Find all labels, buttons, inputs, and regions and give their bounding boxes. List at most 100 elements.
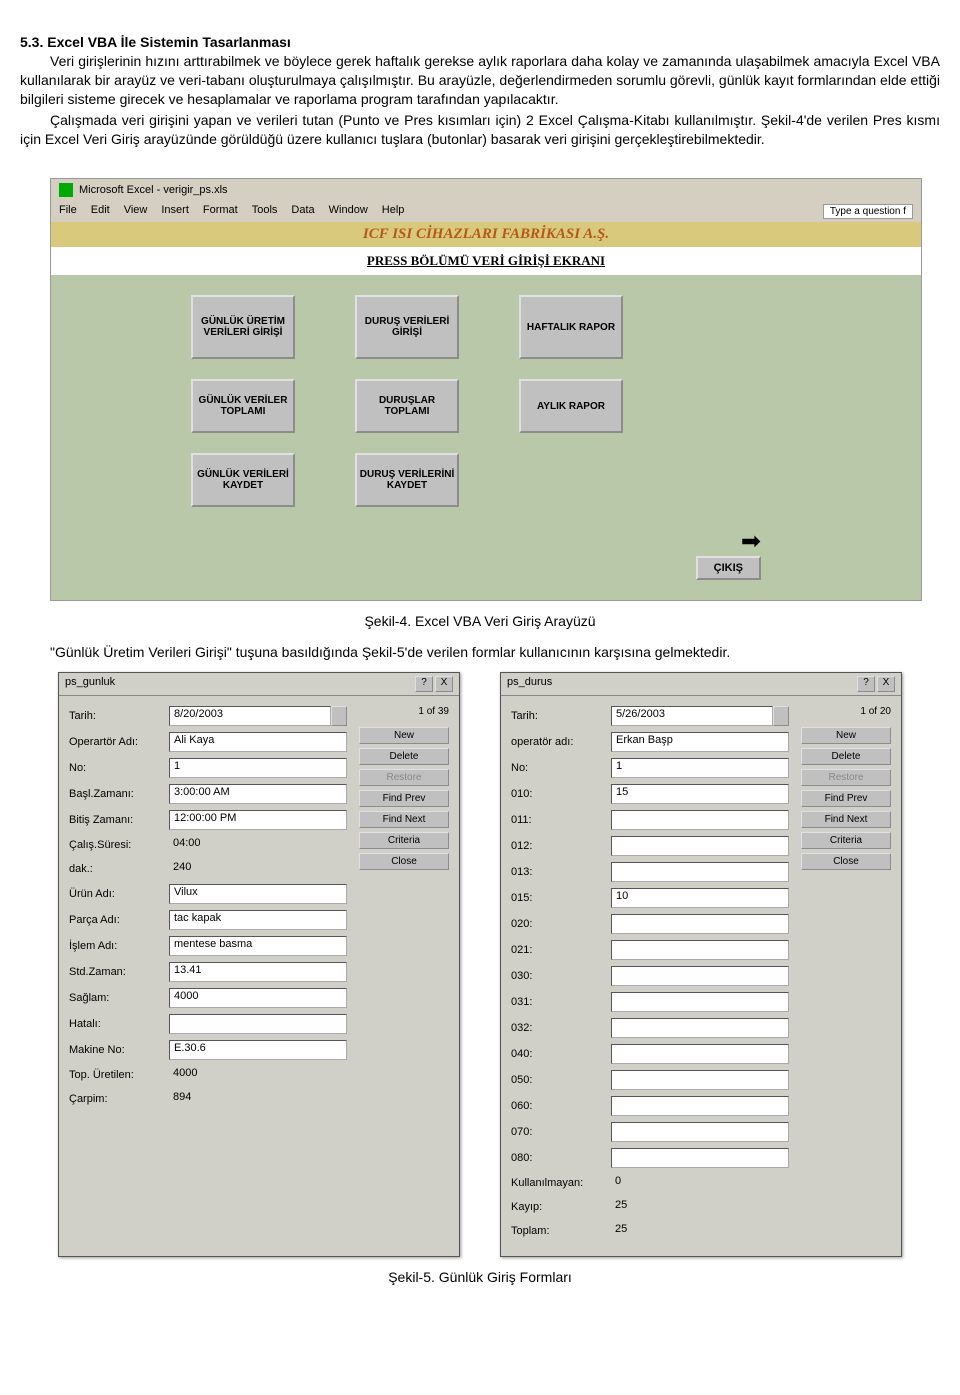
form-input[interactable] (611, 862, 789, 882)
btn-criteria[interactable]: Criteria (359, 832, 449, 849)
form-input[interactable] (169, 1014, 347, 1034)
btn-new[interactable]: New (359, 727, 449, 744)
form-row: Sağlam:4000 (69, 988, 347, 1008)
form-input: 0 (611, 1174, 789, 1192)
form-row: 031: (511, 992, 789, 1012)
form-input[interactable]: Erkan Başp (611, 732, 789, 752)
form-label: Başl.Zamanı: (69, 788, 169, 800)
form-input[interactable]: 4000 (169, 988, 347, 1008)
btn-restore: Restore (359, 769, 449, 786)
btn-gunluk-toplam[interactable]: GÜNLÜK VERİLER TOPLAMI (191, 379, 295, 433)
help-icon[interactable]: ? (857, 676, 875, 692)
form-input[interactable] (611, 966, 789, 986)
form-label: operatör adı: (511, 736, 611, 748)
btn-new[interactable]: New (801, 727, 891, 744)
btn-criteria[interactable]: Criteria (801, 832, 891, 849)
form-label: 040: (511, 1048, 611, 1060)
button-panel: GÜNLÜK ÜRETİM VERİLERİ GİRİŞİ DURUŞ VERİ… (51, 275, 921, 600)
form-label: 015: (511, 892, 611, 904)
company-band: ICF ISI CİHAZLARI FABRİKASI A.Ş. (51, 222, 921, 247)
btn-find-next[interactable]: Find Next (801, 811, 891, 828)
form-row: Operartör Adı:Ali Kaya (69, 732, 347, 752)
btn-restore: Restore (801, 769, 891, 786)
form-input[interactable] (611, 1148, 789, 1168)
form-input[interactable] (611, 940, 789, 960)
form-input[interactable] (611, 914, 789, 934)
form-input[interactable]: mentese basma (169, 936, 347, 956)
btn-close[interactable]: Close (359, 853, 449, 870)
form-input[interactable]: 3:00:00 AM (169, 784, 347, 804)
form-label: Ürün Adı: (69, 888, 169, 900)
btn-aylik-rapor[interactable]: AYLIK RAPOR (519, 379, 623, 433)
form-input[interactable]: 12:00:00 PM (169, 810, 347, 830)
btn-haftalik-rapor[interactable]: HAFTALIK RAPOR (519, 295, 623, 359)
btn-find-prev[interactable]: Find Prev (801, 790, 891, 807)
form-input[interactable] (611, 1018, 789, 1038)
form-row: Hatalı: (69, 1014, 347, 1034)
btn-gunluk-uretim-giris[interactable]: GÜNLÜK ÜRETİM VERİLERİ GİRİŞİ (191, 295, 295, 359)
paragraph-1: Veri girişlerinin hızını arttırabilmek v… (20, 52, 940, 109)
form-input[interactable]: 10 (611, 888, 789, 908)
form-input[interactable]: 5/26/2003 (611, 706, 773, 726)
form-label: Makine No: (69, 1044, 169, 1056)
form-row: Kullanılmayan:0 (511, 1174, 789, 1192)
menu-edit[interactable]: Edit (91, 204, 110, 219)
form-label: 020: (511, 918, 611, 930)
menu-view[interactable]: View (124, 204, 148, 219)
help-icon[interactable]: ? (415, 676, 433, 692)
form-input: 25 (611, 1222, 789, 1240)
form-label: No: (511, 762, 611, 774)
spinner-icon[interactable] (773, 706, 789, 726)
menu-help[interactable]: Help (382, 204, 405, 219)
btn-gunluk-kaydet[interactable]: GÜNLÜK VERİLERİ KAYDET (191, 453, 295, 507)
form-input[interactable] (611, 1096, 789, 1116)
form-input[interactable]: 13.41 (169, 962, 347, 982)
form-row: Tarih:8/20/2003 (69, 706, 347, 726)
menu-insert[interactable]: Insert (161, 204, 189, 219)
help-search-box[interactable]: Type a question f (823, 204, 913, 219)
menu-tools[interactable]: Tools (252, 204, 278, 219)
form-label: 032: (511, 1022, 611, 1034)
spinner-icon[interactable] (331, 706, 347, 726)
form-input[interactable] (611, 1122, 789, 1142)
form-input[interactable]: 15 (611, 784, 789, 804)
btn-durus-kaydet[interactable]: DURUŞ VERİLERİNİ KAYDET (355, 453, 459, 507)
form-row: 080: (511, 1148, 789, 1168)
form-row: Çarpim:894 (69, 1090, 347, 1108)
form-row: Toplam:25 (511, 1222, 789, 1240)
form-row: Makine No:E.30.6 (69, 1040, 347, 1060)
form-input[interactable]: tac kapak (169, 910, 347, 930)
form-input[interactable]: E.30.6 (169, 1040, 347, 1060)
form-input[interactable]: 1 (611, 758, 789, 778)
form-input: 4000 (169, 1066, 347, 1084)
menu-file[interactable]: File (59, 204, 77, 219)
btn-delete[interactable]: Delete (801, 748, 891, 765)
form-input[interactable] (611, 1044, 789, 1064)
menu-data[interactable]: Data (291, 204, 314, 219)
dialog-ps-durus: ps_durus ? X Tarih:5/26/2003operatör adı… (500, 672, 902, 1257)
close-icon[interactable]: X (877, 676, 895, 692)
btn-close[interactable]: Close (801, 853, 891, 870)
close-icon[interactable]: X (435, 676, 453, 692)
form-input[interactable]: Ali Kaya (169, 732, 347, 752)
form-label: 012: (511, 840, 611, 852)
menu-format[interactable]: Format (203, 204, 238, 219)
form-label: Top. Üretilen: (69, 1069, 169, 1081)
form-input[interactable]: 8/20/2003 (169, 706, 331, 726)
btn-durus-giris[interactable]: DURUŞ VERİLERİ GİRİŞİ (355, 295, 459, 359)
form-input[interactable] (611, 836, 789, 856)
menu-window[interactable]: Window (329, 204, 368, 219)
btn-duruslar-toplam[interactable]: DURUŞLAR TOPLAMI (355, 379, 459, 433)
paragraph-2: Çalışmada veri girişini yapan ve veriler… (20, 111, 940, 149)
form-input[interactable] (611, 1070, 789, 1090)
btn-find-prev[interactable]: Find Prev (359, 790, 449, 807)
form-row: Top. Üretilen:4000 (69, 1066, 347, 1084)
form-input[interactable]: Vilux (169, 884, 347, 904)
btn-cikis[interactable]: ÇIKIŞ (696, 556, 761, 580)
dialog-title-left: ps_gunluk (65, 676, 115, 692)
form-input[interactable] (611, 992, 789, 1012)
btn-delete[interactable]: Delete (359, 748, 449, 765)
form-input[interactable] (611, 810, 789, 830)
form-input[interactable]: 1 (169, 758, 347, 778)
btn-find-next[interactable]: Find Next (359, 811, 449, 828)
